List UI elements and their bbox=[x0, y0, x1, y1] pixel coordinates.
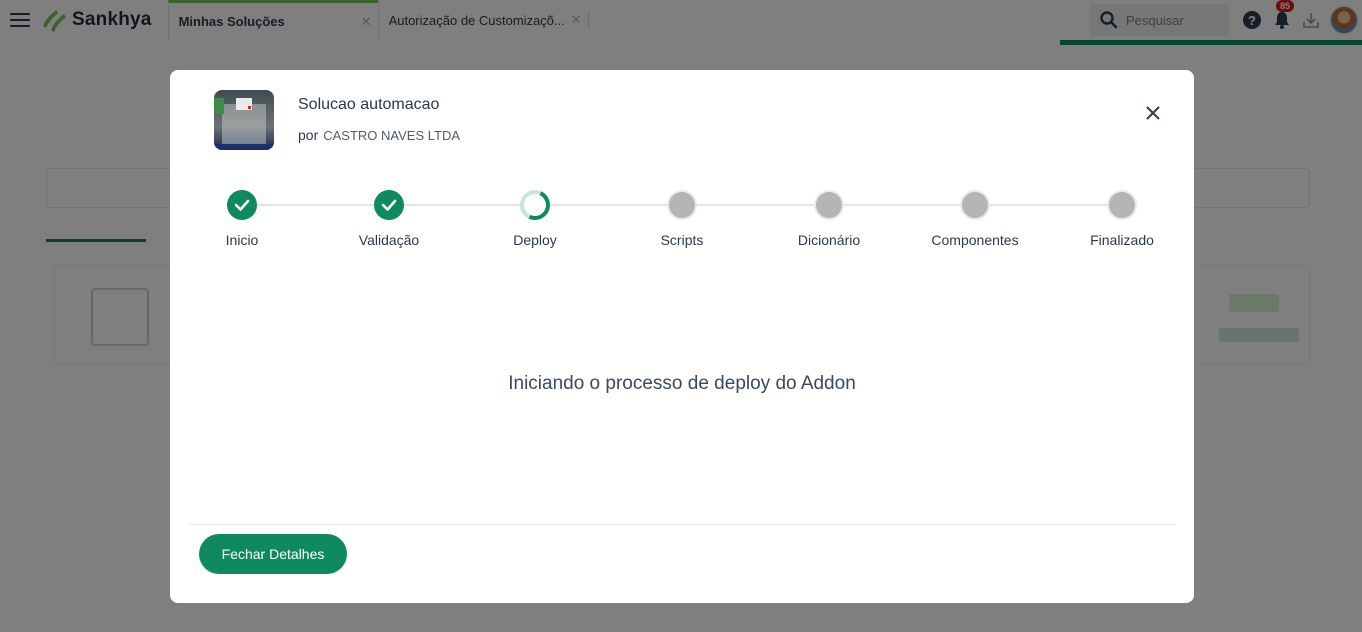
step-label: Finalizado bbox=[1090, 232, 1154, 248]
step-componentes: Componentes bbox=[915, 190, 1035, 248]
company-name: CASTRO NAVES LTDA bbox=[323, 128, 461, 143]
footer-divider bbox=[189, 524, 1175, 525]
close-icon[interactable] bbox=[1142, 102, 1164, 124]
pending-step-icon bbox=[667, 190, 697, 220]
deploy-status-message: Iniciando o processo de deploy do Addon bbox=[508, 373, 856, 394]
step-label: Inicio bbox=[225, 232, 259, 248]
close-details-button[interactable]: Fechar Detalhes bbox=[199, 534, 347, 574]
pending-step-icon bbox=[1107, 190, 1137, 220]
step-scripts: Scripts bbox=[622, 190, 742, 248]
deploy-details-modal: Solucao automacao por CASTRO NAVES LTDA I… bbox=[170, 70, 1194, 603]
step-label: Deploy bbox=[513, 232, 557, 248]
check-icon bbox=[374, 190, 404, 220]
step-label: Validação bbox=[358, 232, 420, 248]
loading-spinner-icon bbox=[520, 190, 550, 220]
deploy-stepper: Inicio Validação Deploy Scripts Dicionár… bbox=[170, 190, 1194, 250]
solution-author: por CASTRO NAVES LTDA bbox=[298, 127, 460, 143]
check-icon bbox=[227, 190, 257, 220]
step-label: Scripts bbox=[660, 232, 704, 248]
step-dicionario: Dicionário bbox=[769, 190, 889, 248]
solution-title: Solucao automacao bbox=[298, 96, 440, 113]
step-finalizado: Finalizado bbox=[1062, 190, 1182, 248]
solution-thumbnail bbox=[214, 90, 274, 150]
step-validacao: Validação bbox=[329, 190, 449, 248]
by-label: por bbox=[298, 127, 319, 143]
pending-step-icon bbox=[960, 190, 990, 220]
pending-step-icon bbox=[814, 190, 844, 220]
step-inicio: Inicio bbox=[182, 190, 302, 248]
step-label: Dicionário bbox=[797, 232, 861, 248]
step-deploy: Deploy bbox=[475, 190, 595, 248]
step-label: Componentes bbox=[931, 232, 1019, 248]
